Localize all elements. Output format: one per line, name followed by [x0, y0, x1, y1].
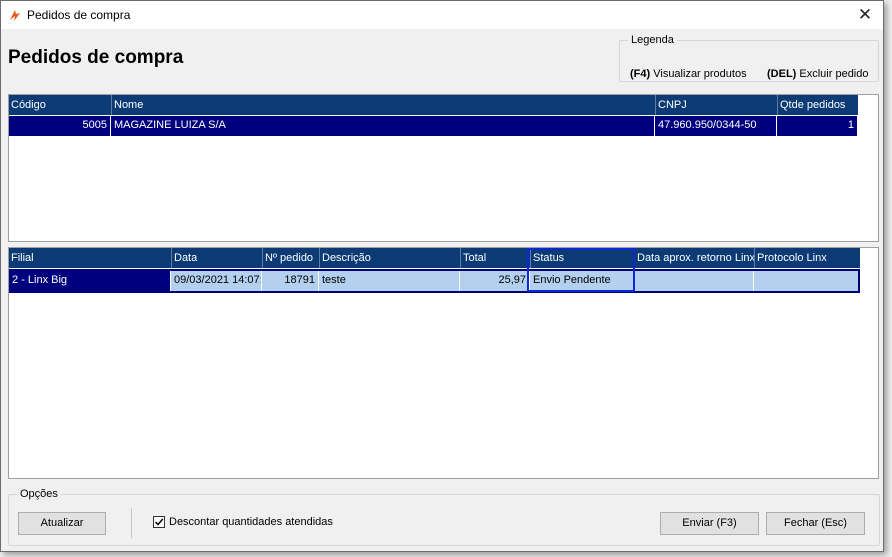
cell-cnpj[interactable]: 47.960.950/0344-50	[655, 116, 777, 136]
suppliers-grid[interactable]: Código Nome CNPJ Qtde pedidos 5005 MAGAZ…	[8, 94, 879, 242]
close-icon[interactable]: ✕	[847, 1, 883, 29]
cell-total[interactable]: 25,97	[460, 271, 530, 291]
legend-key: (DEL)	[767, 68, 797, 80]
page-title: Pedidos de compra	[8, 47, 184, 68]
cell-nome[interactable]: MAGAZINE LUIZA S/A	[111, 116, 655, 136]
column-header-filial[interactable]: Filial	[9, 248, 171, 268]
divider	[131, 508, 132, 538]
refresh-button[interactable]: Atualizar	[18, 512, 106, 535]
column-header-cnpj[interactable]: CNPJ	[655, 95, 777, 115]
cell-data-retorno[interactable]	[634, 271, 754, 291]
table-row[interactable]: 5005 MAGAZINE LUIZA S/A 47.960.950/0344-…	[9, 116, 858, 136]
legend-label: Excluir pedido	[799, 68, 869, 80]
purchase-orders-window: Pedidos de compra ✕ Pedidos de compra Le…	[0, 0, 884, 552]
legend-label: Visualizar produtos	[653, 68, 747, 80]
app-logo-icon	[8, 8, 22, 22]
discount-quantities-checkbox[interactable]	[153, 516, 165, 528]
cell-protocolo[interactable]	[754, 271, 860, 291]
legend-item-delete-order: (DEL) Excluir pedido	[767, 68, 868, 80]
column-header-data-retorno[interactable]: Data aprox. retorno Linx	[634, 248, 754, 268]
suppliers-grid-header: Código Nome CNPJ Qtde pedidos	[9, 95, 858, 115]
column-header-descricao[interactable]: Descrição	[319, 248, 460, 268]
discount-quantities-label: Descontar quantidades atendidas	[169, 516, 333, 528]
checkmark-icon	[154, 518, 164, 526]
cell-qtde-pedidos[interactable]: 1	[777, 116, 858, 136]
table-row[interactable]: 2 - Linx Big 09/03/2021 14:07: 18791 tes…	[9, 271, 860, 291]
column-header-protocolo[interactable]: Protocolo Linx	[754, 248, 860, 268]
title-bar: Pedidos de compra ✕	[1, 1, 883, 29]
column-header-codigo[interactable]: Código	[9, 95, 111, 115]
legend-group: Legenda (F4) Visualizar produtos (DEL) E…	[619, 34, 879, 82]
cell-data[interactable]: 09/03/2021 14:07:	[171, 271, 262, 291]
discount-quantities-option[interactable]: Descontar quantidades atendidas	[153, 515, 333, 529]
options-title: Opções	[20, 488, 58, 500]
legend-item-view-products: (F4) Visualizar produtos	[630, 68, 747, 80]
orders-grid[interactable]: Filial Data Nº pedido Descrição Total St…	[8, 247, 879, 479]
close-button[interactable]: Fechar (Esc)	[766, 512, 865, 535]
column-header-numero-pedido[interactable]: Nº pedido	[262, 248, 319, 268]
cell-descricao[interactable]: teste	[319, 271, 460, 291]
cell-numero-pedido[interactable]: 18791	[262, 271, 319, 291]
send-button[interactable]: Enviar (F3)	[660, 512, 759, 535]
legend-title: Legenda	[631, 34, 674, 46]
orders-grid-header: Filial Data Nº pedido Descrição Total St…	[9, 248, 860, 268]
column-header-nome[interactable]: Nome	[111, 95, 655, 115]
column-header-total[interactable]: Total	[460, 248, 530, 268]
cell-filial[interactable]: 2 - Linx Big	[9, 271, 171, 291]
column-header-qtde-pedidos[interactable]: Qtde pedidos	[777, 95, 858, 115]
window-title: Pedidos de compra	[27, 8, 131, 22]
column-header-status[interactable]: Status	[530, 248, 634, 268]
column-header-data[interactable]: Data	[171, 248, 262, 268]
cell-codigo[interactable]: 5005	[9, 116, 111, 136]
cell-status[interactable]: Envio Pendente	[530, 271, 634, 291]
legend-key: (F4)	[630, 68, 651, 80]
